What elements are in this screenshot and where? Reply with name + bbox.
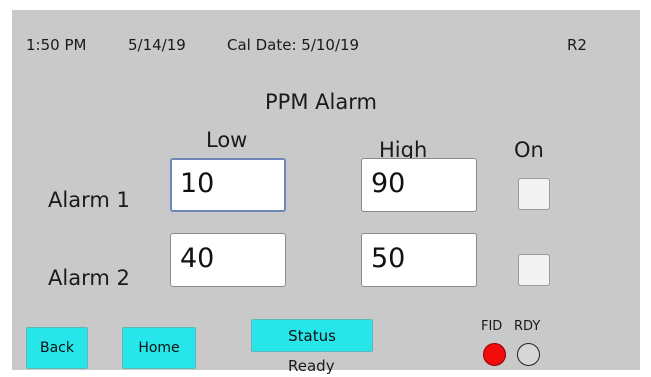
alarm-2-high-input[interactable]: 50 xyxy=(361,233,477,287)
fid-indicator-icon xyxy=(483,343,506,366)
alarm-2-low-input[interactable]: 40 xyxy=(170,233,286,287)
alarm-1-on-checkbox[interactable] xyxy=(518,178,550,210)
on-column-header: On xyxy=(514,138,544,162)
current-date: 5/14/19 xyxy=(128,36,186,54)
status-text: Ready xyxy=(288,357,335,375)
calibration-date: Cal Date: 5/10/19 xyxy=(227,36,360,54)
fid-label: FID xyxy=(481,319,503,334)
alarm-1-low-input[interactable]: 10 xyxy=(170,158,286,212)
status-button[interactable]: Status xyxy=(251,319,373,352)
low-column-header: Low xyxy=(206,128,248,152)
revision-label: R2 xyxy=(567,36,587,54)
clock-time: 1:50 PM xyxy=(26,36,87,54)
page-title: PPM Alarm xyxy=(265,90,377,114)
alarm-1-label: Alarm 1 xyxy=(48,188,130,212)
alarm-2-label: Alarm 2 xyxy=(48,266,130,290)
alarm-2-on-checkbox[interactable] xyxy=(518,254,550,286)
rdy-indicator-icon xyxy=(517,343,540,366)
alarm-1-high-input[interactable]: 90 xyxy=(361,158,477,212)
back-button[interactable]: Back xyxy=(26,327,88,369)
rdy-label: RDY xyxy=(514,319,541,334)
device-screen: 1:50 PM 5/14/19 Cal Date: 5/10/19 R2 PPM… xyxy=(12,10,640,375)
home-button[interactable]: Home xyxy=(122,327,196,369)
